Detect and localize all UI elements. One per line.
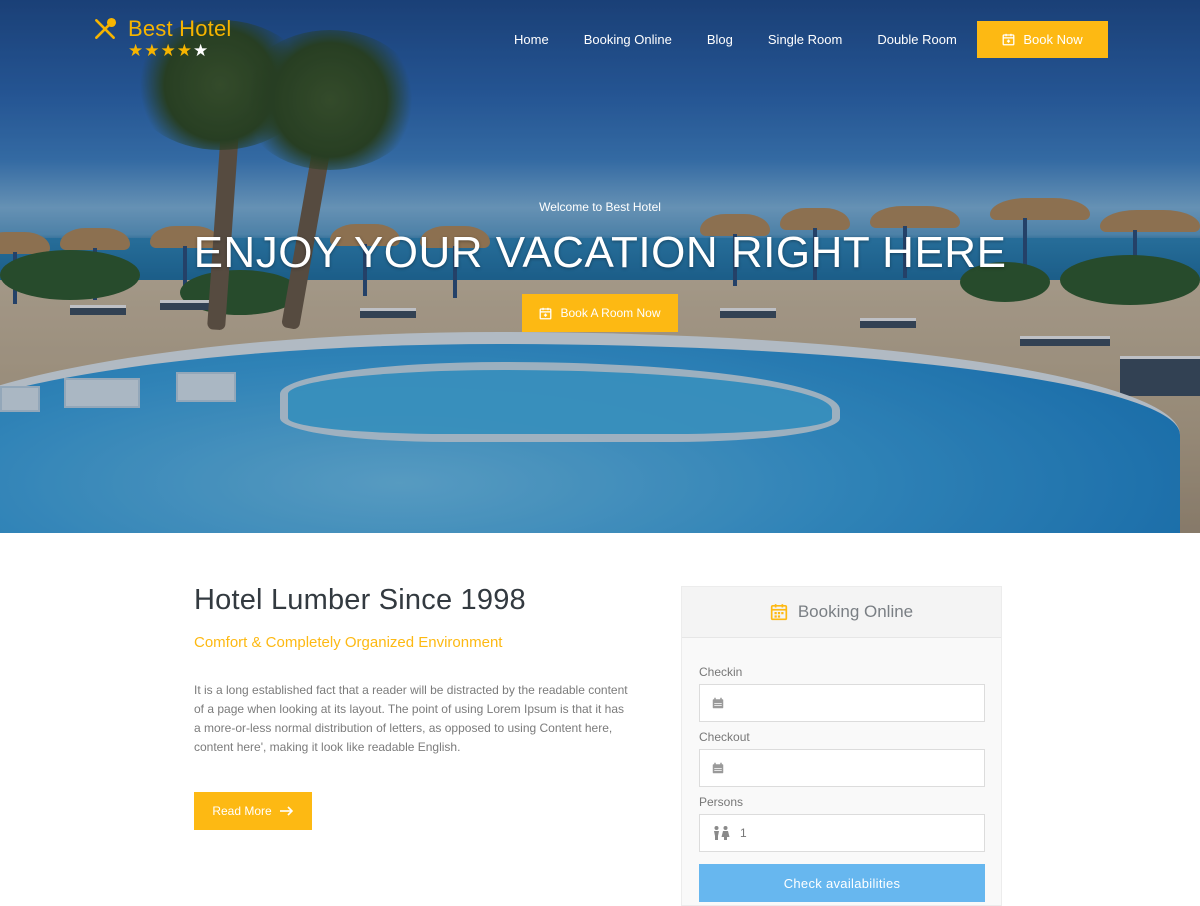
hero-welcome: Welcome to Best Hotel: [539, 200, 661, 214]
main-nav: Home Booking Online Blog Single Room Dou…: [514, 21, 992, 57]
star-icon: ★: [128, 41, 145, 60]
booking-panel: Booking Online Checkin Checkout Persons …: [681, 586, 1002, 906]
nav-item-blog[interactable]: Blog: [707, 32, 733, 47]
persons-value: 1: [740, 826, 747, 840]
read-more-button[interactable]: Read More: [194, 792, 312, 830]
star-icon: ★: [144, 41, 161, 60]
booking-panel-header: Booking Online: [682, 587, 1001, 638]
star-icon: ★: [176, 41, 193, 60]
hero-headline: ENJOY YOUR VACATION RIGHT HERE: [193, 228, 1007, 277]
calendar-icon: [1002, 33, 1015, 46]
check-availabilities-button[interactable]: Check availabilities: [699, 864, 985, 902]
checkout-field[interactable]: [699, 749, 985, 787]
booking-panel-title: Booking Online: [797, 602, 914, 621]
nav-item-single-room[interactable]: Single Room: [768, 32, 842, 47]
star-icon: ★: [160, 41, 177, 60]
arrow-right-icon: [279, 806, 293, 816]
calendar-icon: [712, 762, 724, 774]
checkin-field[interactable]: [699, 684, 985, 722]
book-room-label: Book A Room Now: [560, 306, 661, 320]
brand-name: Best Hotel: [128, 16, 232, 41]
about-text: It is a long established fact that a rea…: [194, 683, 628, 754]
calendar-icon: [540, 307, 552, 319]
book-now-label: Book Now: [1023, 32, 1083, 47]
persons-label: Persons: [699, 795, 744, 809]
persons-icon: [714, 826, 730, 840]
read-more-label: Read More: [212, 804, 272, 818]
logo[interactable]: Best Hotel ★★★★★: [92, 16, 232, 60]
star-rating: ★★★★★: [128, 42, 232, 60]
book-room-button[interactable]: Book A Room Now: [522, 294, 678, 332]
calendar-icon: [712, 697, 724, 709]
book-now-button[interactable]: Book Now: [977, 21, 1108, 58]
calendar-icon: [770, 604, 787, 621]
about-title: Hotel Lumber Since 1998: [194, 584, 526, 616]
nav-item-booking-online[interactable]: Booking Online: [584, 32, 672, 47]
nav-item-home[interactable]: Home: [514, 32, 549, 47]
fork-spoon-icon: [95, 17, 117, 39]
persons-field[interactable]: 1: [699, 814, 985, 852]
about-subtitle: Comfort & Completely Organized Environme…: [194, 634, 503, 651]
checkout-label: Checkout: [699, 730, 750, 744]
nav-item-double-room[interactable]: Double Room: [877, 32, 957, 47]
star-icon: ★: [193, 41, 210, 60]
checkin-label: Checkin: [699, 665, 743, 679]
